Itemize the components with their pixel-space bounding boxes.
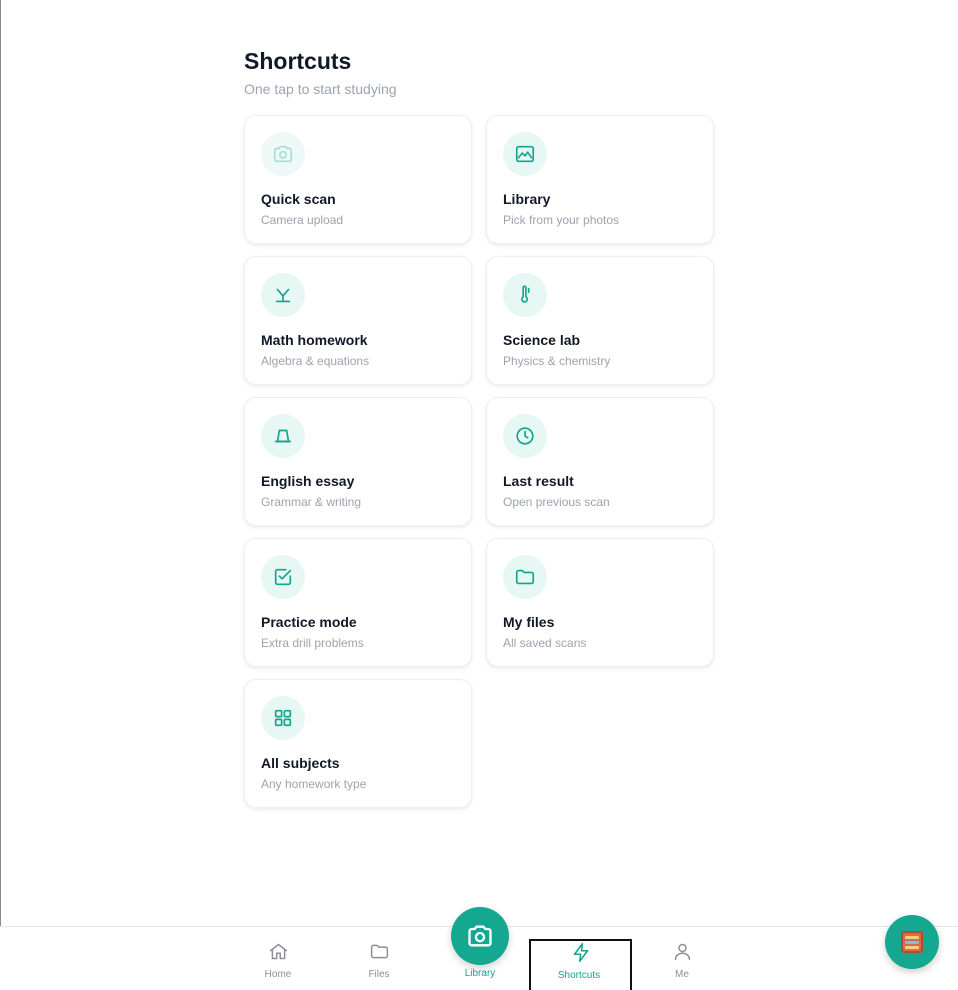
window-left-border — [0, 0, 1, 989]
page-subtitle: One tap to start studying — [244, 81, 397, 97]
card-subtitle: Pick from your photos — [503, 213, 620, 227]
card-subtitle: Camera upload — [261, 213, 344, 227]
grid-icon — [261, 696, 305, 740]
camera-icon — [468, 925, 492, 947]
nav-me[interactable]: Me — [632, 927, 732, 990]
card-title: Library — [503, 191, 551, 207]
shortcut-card-all-subjects[interactable]: All subjects Any homework type — [244, 679, 472, 808]
checkbox-icon — [261, 555, 305, 599]
shortcut-card-quick-scan[interactable]: Quick scan Camera upload — [244, 115, 472, 244]
card-title: Last result — [503, 473, 574, 489]
nav-shortcuts[interactable]: Shortcuts — [529, 939, 632, 990]
image-icon — [503, 132, 547, 176]
folder-icon — [370, 944, 389, 959]
card-title: Practice mode — [261, 614, 357, 630]
card-subtitle: Physics & chemistry — [503, 354, 611, 368]
user-icon — [674, 943, 691, 961]
card-title: Math homework — [261, 332, 368, 348]
card-title: Quick scan — [261, 191, 336, 207]
card-subtitle: Any homework type — [261, 777, 367, 791]
nav-me-label: Me — [675, 969, 689, 980]
card-title: Science lab — [503, 332, 581, 348]
page-header: Shortcuts One tap to start studying — [244, 46, 397, 97]
card-subtitle: All saved scans — [503, 636, 587, 650]
shortcut-card-science-lab[interactable]: Science lab Physics & chemistry — [486, 256, 714, 385]
card-subtitle: Grammar & writing — [261, 495, 362, 509]
home-icon — [269, 943, 288, 960]
abacus-icon — [901, 931, 923, 953]
page-title: Shortcuts — [244, 48, 352, 74]
lightning-icon — [573, 943, 589, 962]
shortcut-card-practice-mode[interactable]: Practice mode Extra drill problems — [244, 538, 472, 667]
book-icon — [261, 414, 305, 458]
camera-fab-button[interactable] — [451, 907, 509, 965]
shortcuts-grid: Quick scan Camera upload Library Pick fr… — [244, 115, 716, 808]
clock-icon — [503, 414, 547, 458]
calculator-fab-button[interactable] — [885, 915, 939, 969]
card-title: My files — [503, 614, 555, 630]
nav-shortcuts-label: Shortcuts — [557, 970, 601, 981]
card-title: English essay — [261, 473, 355, 489]
shortcut-card-math-homework[interactable]: Math homework Algebra & equations — [244, 256, 472, 385]
shortcut-card-last-result[interactable]: Last result Open previous scan — [486, 397, 714, 526]
card-subtitle: Extra drill problems — [261, 636, 364, 650]
nav-library-label[interactable]: Library — [430, 968, 530, 979]
card-title: All subjects — [261, 755, 340, 771]
shortcut-card-english-essay[interactable]: English essay Grammar & writing — [244, 397, 472, 526]
card-subtitle: Algebra & equations — [261, 354, 370, 368]
folder-icon — [503, 555, 547, 599]
shortcut-card-library[interactable]: Library Pick from your photos — [486, 115, 714, 244]
nav-files[interactable]: Files — [329, 927, 429, 990]
shortcut-card-my-files[interactable]: My files All saved scans — [486, 538, 714, 667]
thermometer-icon — [503, 273, 547, 317]
camera-icon — [261, 132, 305, 176]
math-icon — [261, 273, 305, 317]
nav-files-label: Files — [368, 969, 390, 980]
card-subtitle: Open previous scan — [503, 495, 610, 509]
nav-home[interactable]: Home — [228, 927, 328, 990]
nav-home-label: Home — [264, 969, 292, 980]
